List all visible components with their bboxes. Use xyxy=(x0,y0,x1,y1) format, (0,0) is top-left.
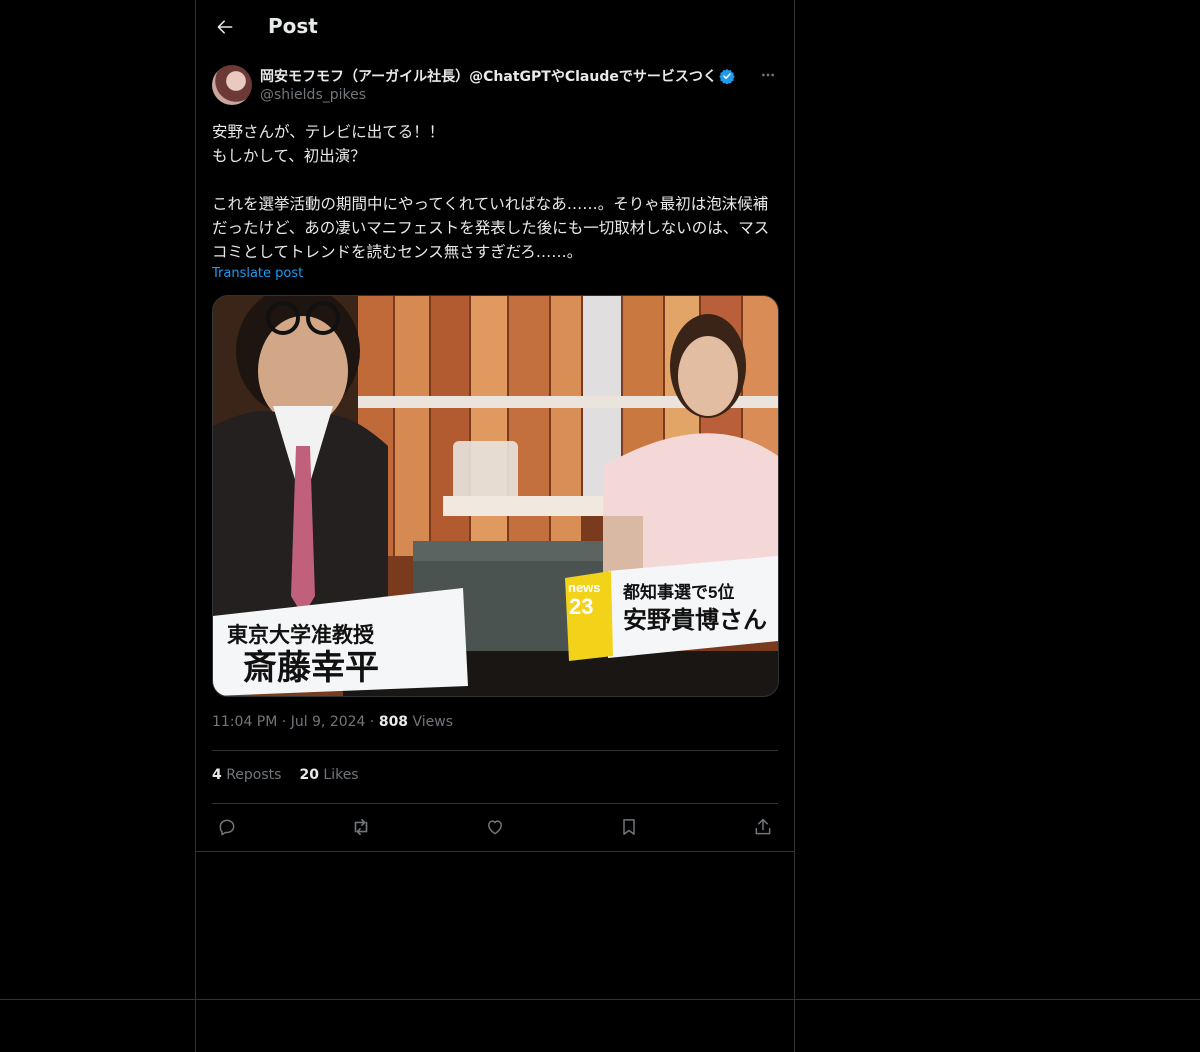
likes-stat[interactable]: 20 Likes xyxy=(299,767,358,783)
repost-button[interactable] xyxy=(348,814,374,840)
author-handle[interactable]: @shields_pikes xyxy=(260,87,366,103)
author-display-name-row[interactable]: 岡安モフモフ（アーガイル社長）@ChatGPTやClaudeでサービスつく xyxy=(260,66,735,86)
page-title: Post xyxy=(268,14,318,38)
post-stats: 4 Reposts 20 Likes xyxy=(212,767,359,783)
avatar[interactable] xyxy=(212,65,252,105)
reply-button[interactable] xyxy=(214,814,240,840)
views-label: Views xyxy=(412,714,454,730)
likes-label: Likes xyxy=(323,767,359,783)
post-text: 安野さんが、テレビに出てる！！ もしかして、初出演？ これを選挙活動の期間中にや… xyxy=(212,123,770,261)
views-count: 808 xyxy=(378,714,409,730)
repost-icon xyxy=(354,818,368,836)
left-caption-title: 東京大学准教授 xyxy=(227,623,375,647)
translate-post-link[interactable]: Translate post xyxy=(212,266,303,281)
bookmark-button[interactable] xyxy=(616,814,642,840)
back-button[interactable] xyxy=(208,10,242,44)
meta-separator: · xyxy=(281,714,291,730)
page-header: Post xyxy=(196,0,794,53)
bottom-divider xyxy=(0,999,1200,1000)
verified-badge-icon xyxy=(719,69,735,84)
arrow-left-icon xyxy=(217,20,233,34)
likes-count: 20 xyxy=(299,767,319,783)
news-logo-number: 23 xyxy=(569,594,593,619)
reply-icon xyxy=(219,819,235,836)
like-button[interactable] xyxy=(482,814,508,840)
author-display-name: 岡安モフモフ（アーガイル社長）@ChatGPTやClaudeでサービスつく xyxy=(260,69,717,85)
bookmark-icon xyxy=(623,819,635,835)
page: Post 岡安モフモフ（アーガイル社長）@ChatGPTやClaudeでサービス… xyxy=(0,0,1200,1052)
share-button[interactable] xyxy=(750,814,776,840)
heart-icon xyxy=(488,820,502,835)
post-meta: 11:04 PM · Jul 9, 2024 · 808 Views xyxy=(212,714,453,730)
right-caption-title: 都知事選で5位 xyxy=(622,582,734,602)
more-options-button[interactable] xyxy=(758,65,778,85)
left-caption-name: 斎藤幸平 xyxy=(243,649,379,687)
post-image[interactable]: 東京大学准教授 斎藤幸平 news 23 都知事選で5位 安野貴博さん xyxy=(212,295,779,697)
post-author: 岡安モフモフ（アーガイル社長）@ChatGPTやClaudeでサービスつく @s… xyxy=(212,65,778,109)
right-caption-name: 安野貴博さん xyxy=(623,606,767,634)
meta-separator: · xyxy=(369,714,379,730)
divider xyxy=(212,803,778,804)
post-actions xyxy=(212,814,778,840)
primary-column: Post 岡安モフモフ（アーガイル社長）@ChatGPTやClaudeでサービス… xyxy=(195,0,795,1052)
post-image-graphic: 東京大学准教授 斎藤幸平 news 23 都知事選で5位 安野貴博さん xyxy=(213,296,778,696)
divider xyxy=(212,750,778,751)
more-horizontal-icon xyxy=(762,73,774,77)
reposts-label: Reposts xyxy=(226,767,282,783)
post-bottom-border xyxy=(196,851,794,852)
share-icon xyxy=(755,818,771,835)
reposts-stat[interactable]: 4 Reposts xyxy=(212,767,281,783)
reposts-count: 4 xyxy=(212,767,222,783)
post-time[interactable]: 11:04 PM xyxy=(212,714,277,730)
post-date[interactable]: Jul 9, 2024 xyxy=(291,714,366,730)
news-logo-text: news xyxy=(568,580,601,595)
